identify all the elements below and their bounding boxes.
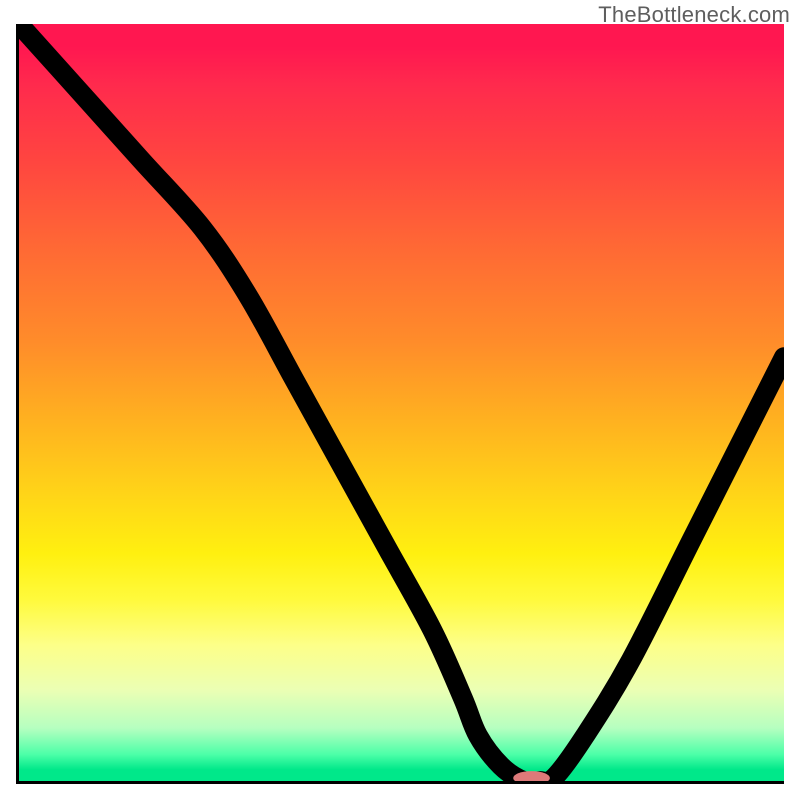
chart-container: TheBottleneck.com	[0, 0, 800, 800]
bottleneck-curve	[19, 24, 784, 781]
curve-layer	[19, 24, 784, 781]
watermark-text: TheBottleneck.com	[598, 2, 790, 28]
plot-area	[16, 24, 784, 784]
